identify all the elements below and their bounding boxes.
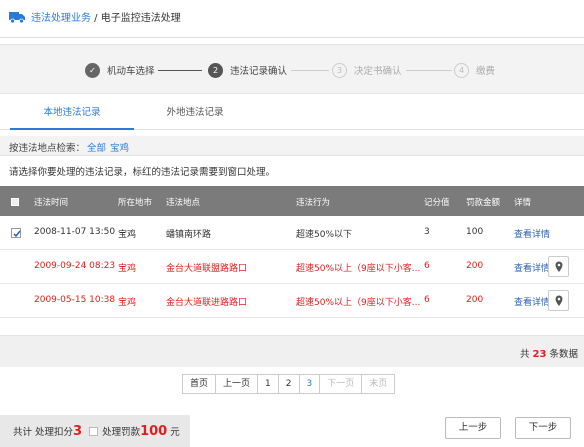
summary: 共计 处理扣分 3 处理罚款 100 元 <box>13 424 180 439</box>
points-total: 3 <box>73 424 83 439</box>
step-1: ✓ 机动车选择 <box>85 62 155 78</box>
breadcrumb: 违法处理业务 / 电子监控违法处理 <box>31 13 181 24</box>
page-first[interactable]: 首页 <box>182 374 217 394</box>
view-detail-link[interactable]: 查看详情 <box>514 227 550 240</box>
step-2: 2 违法记录确认 <box>208 62 287 78</box>
table-row: 2009-09-24 08:23 宝鸡 金台大道联盟路路口 超速50%以上（9座… <box>0 250 584 284</box>
table-row: 2008-11-07 13:50 宝鸡 蟠镇南环路 超速50%以下 3 100 … <box>0 216 584 250</box>
map-pin-icon <box>555 261 563 272</box>
prev-step-button[interactable]: 上一步 <box>445 417 501 439</box>
record-tabs: 本地违法记录 外地违法记录 <box>0 96 584 130</box>
page-next[interactable]: 下一页 <box>319 374 363 394</box>
view-detail-link[interactable]: 查看详情 <box>514 295 550 308</box>
step-connector <box>158 70 202 71</box>
row-checkbox[interactable] <box>11 228 21 238</box>
select-all-checkbox[interactable] <box>11 198 19 206</box>
tab-remote-records[interactable]: 外地违法记录 <box>140 96 250 130</box>
tab-local-records[interactable]: 本地违法记录 <box>10 96 134 130</box>
filter-city[interactable]: 宝鸡 <box>110 140 129 154</box>
progress-steps: ✓ 机动车选择 2 违法记录确认 3 决定书确认 4 缴费 <box>0 44 584 94</box>
summary-box: 共计 处理扣分 3 处理罚款 100 元 <box>0 415 190 447</box>
truck-icon <box>9 12 25 23</box>
checkmark-icon <box>13 230 21 238</box>
check-icon: ✓ <box>85 62 100 78</box>
footer: 共计 处理扣分 3 处理罚款 100 元 上一步 下一步 <box>0 415 584 447</box>
page-last[interactable]: 末页 <box>361 374 396 394</box>
pagination: 首页 上一页 1 2 3 下一页 末页 <box>182 374 396 394</box>
instruction-text: 请选择你要处理的违法记录，标红的违法记录需要到窗口处理。 <box>9 167 276 178</box>
page-prev[interactable]: 上一页 <box>215 374 259 394</box>
view-detail-link[interactable]: 查看详情 <box>514 261 550 274</box>
location-pin-button[interactable] <box>548 256 569 277</box>
table-row: 2009-05-15 10:38 宝鸡 金台大道联进路路口 超速50%以上（9座… <box>0 284 584 318</box>
step-3: 3 决定书确认 <box>332 62 402 78</box>
location-pin-button[interactable] <box>548 290 569 311</box>
table-header: 违法时间 所在地市 违法地点 违法行为 记分值 罚款金额 详情 <box>0 186 584 216</box>
fine-checkbox[interactable] <box>89 427 99 436</box>
breadcrumb-page: 电子监控违法处理 <box>100 13 181 24</box>
fine-total: 100 <box>140 424 168 439</box>
filter-all[interactable]: 全部 <box>87 140 106 154</box>
total-bar: 共 23 条数据 <box>0 335 584 367</box>
next-step-button[interactable]: 下一步 <box>515 417 571 439</box>
total-count: 共 23 条数据 <box>520 349 578 360</box>
step-4: 4 缴费 <box>454 62 495 78</box>
filter-label: 按违法地点检索： <box>9 143 86 154</box>
breadcrumb-section[interactable]: 违法处理业务 <box>31 13 91 24</box>
step-connector <box>291 70 329 71</box>
page-header: 违法处理业务 / 电子监控违法处理 <box>0 0 584 38</box>
step-connector <box>406 70 452 71</box>
page-3[interactable]: 3 <box>298 374 321 394</box>
page-2[interactable]: 2 <box>277 374 300 394</box>
location-filter: 按违法地点检索： 全部 宝鸡 <box>0 136 584 156</box>
page-1[interactable]: 1 <box>257 374 279 394</box>
map-pin-icon <box>555 295 563 306</box>
